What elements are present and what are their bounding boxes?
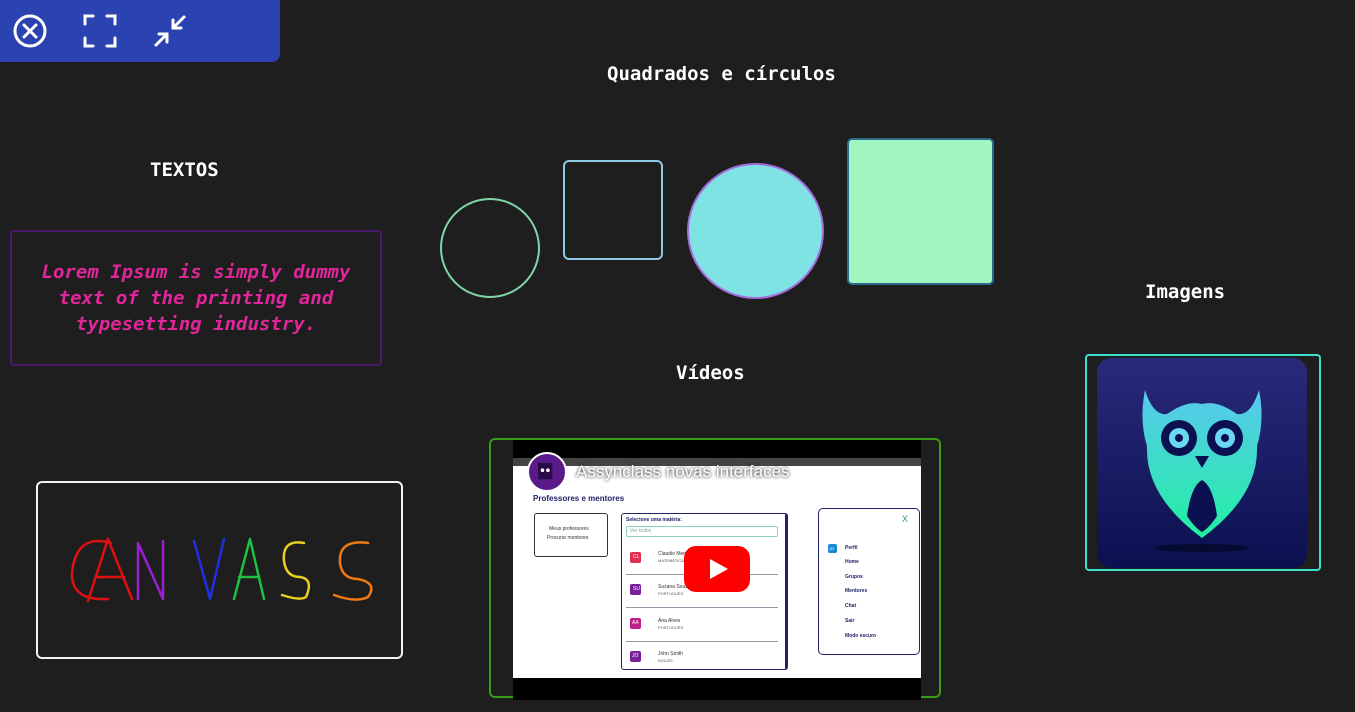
video-select: Ver todos [626, 526, 778, 537]
letter-v [192, 537, 226, 601]
video-side-item: Sair [845, 618, 855, 624]
person-initials: CL [633, 554, 640, 560]
filled-circle[interactable] [687, 163, 824, 299]
filled-square[interactable] [847, 138, 994, 285]
videos-heading: Vídeos [676, 362, 745, 384]
person-initials: AA [632, 620, 639, 626]
person-subject: MATEMÁTICA [658, 558, 684, 563]
letter-a2 [232, 537, 266, 601]
text-sample: Lorem Ipsum is simply dummy text of the … [41, 261, 351, 335]
video-menu-item: Meus professores [549, 526, 589, 532]
images-heading: Imagens [1145, 281, 1226, 303]
person-subject: PORTUGUÊS [658, 591, 684, 596]
drawing-canvas[interactable] [36, 481, 403, 659]
video-menu-item: Procurar mentores [547, 535, 589, 541]
video-side-item: Home [845, 559, 859, 565]
close-circle-icon[interactable] [11, 12, 49, 50]
more-options-icon[interactable] [883, 466, 887, 482]
person-subject: PORTUGUÊS [658, 625, 684, 630]
video-side-close: X [902, 514, 909, 524]
letter-a1 [86, 537, 134, 603]
outline-circle[interactable] [440, 198, 540, 298]
person-name: John Smith [658, 651, 684, 657]
person-name: Ana Alves [658, 618, 681, 624]
video-side-menu: X JO Perfil Home Grupos Mentores Chat Sa… [818, 508, 920, 655]
person-subject: INGLÊS [658, 658, 673, 663]
video-select-label: Selecione uma matéria: [626, 517, 682, 523]
video-avatar-initials: JO [829, 546, 835, 551]
video-side-item: Mentores [845, 588, 868, 594]
canvas-drawing [70, 537, 373, 603]
top-toolbar [0, 0, 280, 62]
video-side-item: Grupos [845, 574, 863, 580]
video-title[interactable]: Assynclass novas interfaces [576, 462, 790, 482]
letter-s1 [280, 541, 311, 600]
owl-logo-image-box[interactable] [1085, 354, 1321, 571]
video-select-placeholder: Ver todos [630, 528, 652, 534]
person-initials: JO [632, 653, 639, 659]
person-initials: SU [633, 586, 640, 592]
letter-s2 [332, 541, 373, 601]
video-side-item: Modo escuro [845, 633, 877, 639]
video-page-heading: Professores e mentores [533, 494, 625, 503]
video-menu-card: Meus professores Procurar mentores [534, 513, 608, 557]
fullscreen-icon[interactable] [81, 12, 119, 50]
owl-logo-image [1097, 358, 1307, 568]
channel-avatar[interactable] [527, 452, 567, 492]
shapes-heading: Quadrados e círculos [607, 63, 836, 85]
play-button-icon[interactable] [684, 546, 750, 592]
minimize-icon[interactable] [151, 12, 189, 50]
letter-n [136, 539, 165, 601]
text-sample-box[interactable]: Lorem Ipsum is simply dummy text of the … [10, 230, 382, 366]
outline-square[interactable] [563, 160, 663, 260]
texts-heading: TEXTOS [150, 159, 219, 181]
video-player[interactable]: Professores e mentores Meus professores … [513, 440, 921, 700]
video-side-item: Chat [845, 603, 857, 609]
video-side-item: Perfil [845, 545, 858, 551]
